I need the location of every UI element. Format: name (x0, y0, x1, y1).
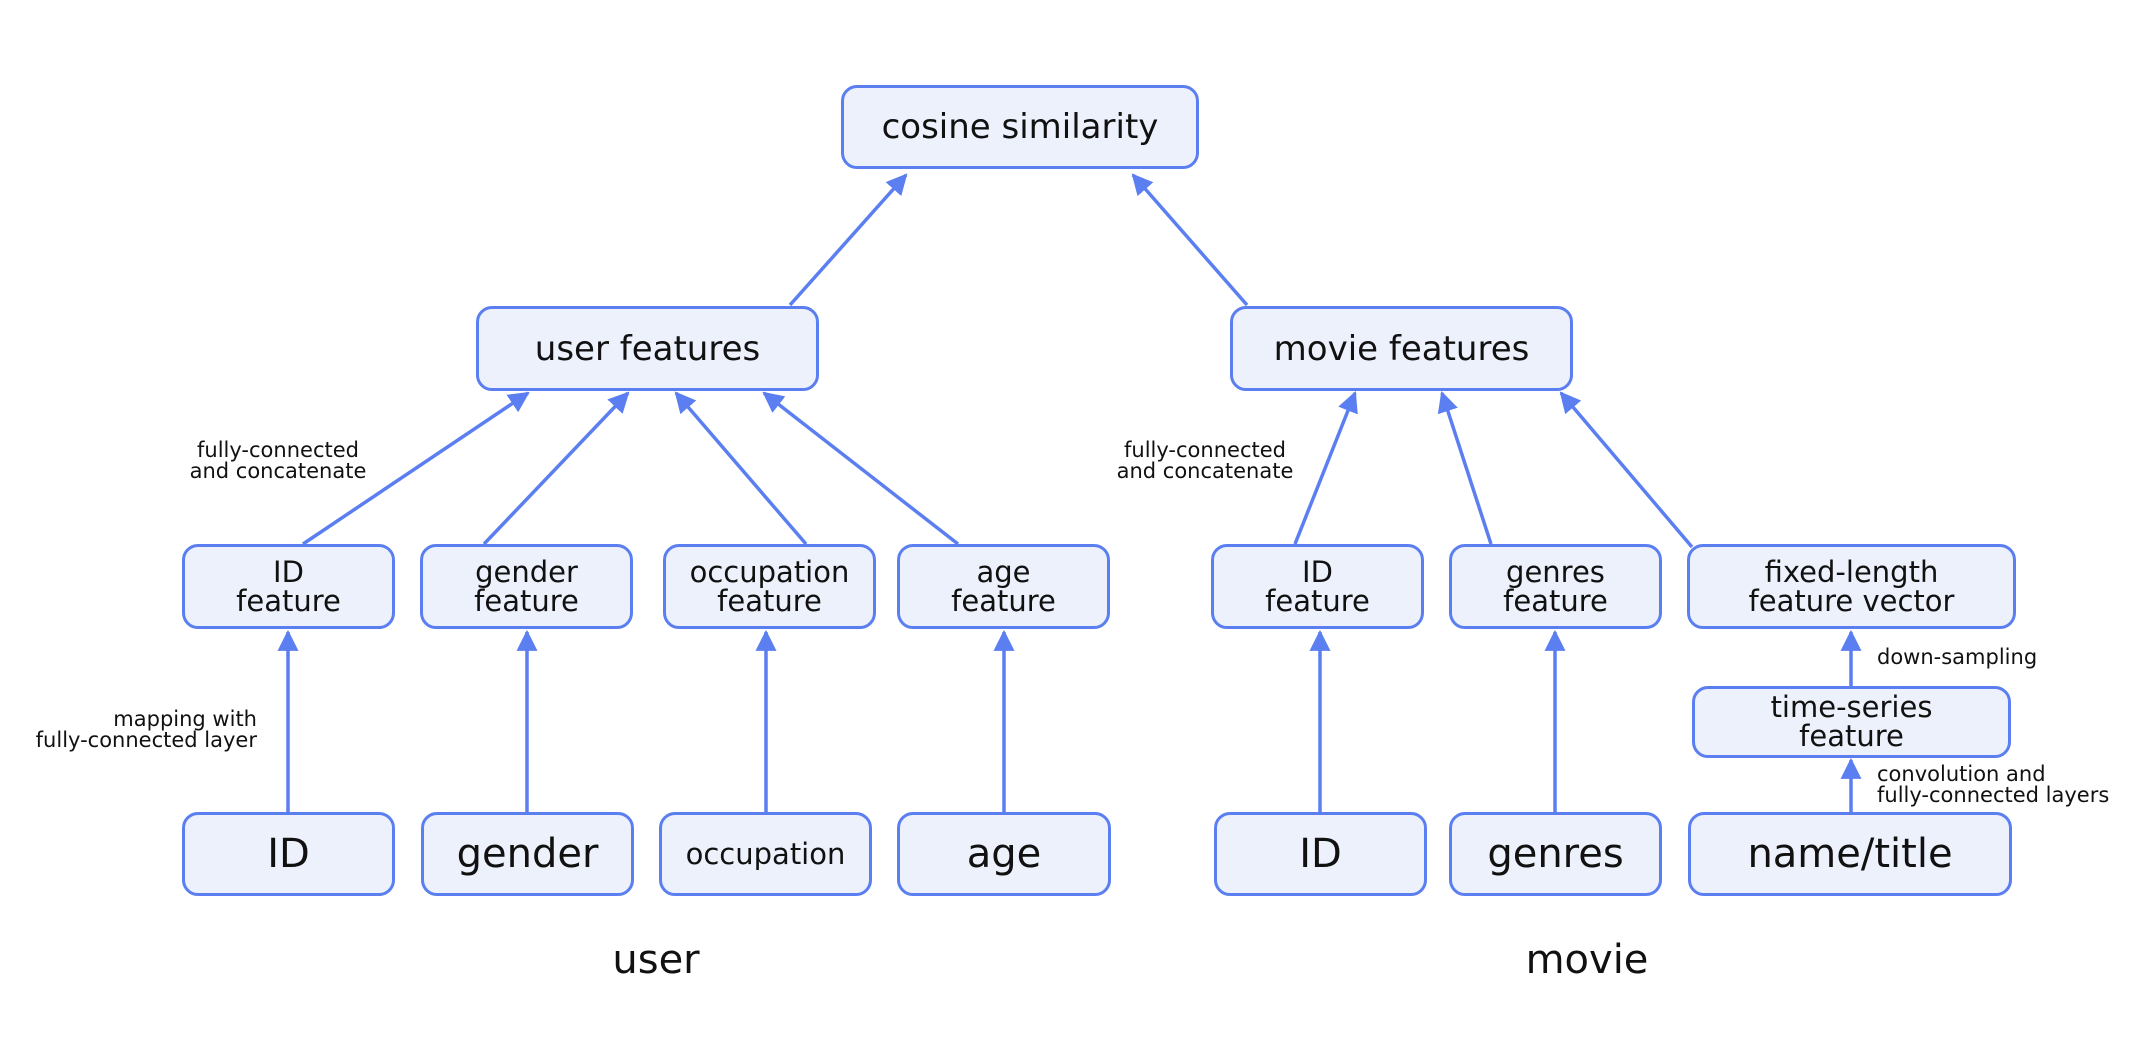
edge-movie-features-to-cosine (1131, 173, 1249, 307)
fixed-length-feature-vector-node: fixed-length feature vector (1687, 544, 2016, 629)
user-id-feature-node: ID feature (182, 544, 395, 629)
user-concat-annotation: fully-connected and concatenate (189, 438, 367, 483)
edge-age-feature-to-user-features (762, 391, 960, 546)
convolution-annotation: convolution and fully-connected layers (1877, 762, 2110, 807)
gender-input-node: gender (421, 812, 634, 896)
time-series-feature-node: time-series feature (1692, 686, 2011, 758)
down-sampling-annotation: down-sampling (1877, 645, 2038, 669)
edge-genres-feature-to-movie-features (1437, 391, 1493, 545)
movie-id-input-node: ID (1214, 812, 1427, 896)
edge-gender-feature-to-user-features (482, 391, 630, 546)
genres-input-node: genres (1449, 812, 1662, 896)
edge-movie-id-feature-to-movie-features (1293, 391, 1358, 545)
edge-user-features-to-cosine (788, 173, 908, 307)
edge-fixed-length-to-movie-features (1559, 391, 1694, 549)
movie-concat-annotation: fully-connected and concatenate (1116, 438, 1294, 483)
movie-features-node: movie features (1230, 306, 1573, 391)
occupation-input-node: occupation (659, 812, 872, 896)
edge-occupation-feature-to-user-features (674, 391, 808, 546)
occupation-feature-node: occupation feature (663, 544, 876, 629)
user-features-node: user features (476, 306, 819, 391)
cosine-similarity-node: cosine similarity (841, 85, 1199, 169)
movie-group-label: movie (1525, 937, 1649, 983)
age-feature-node: age feature (897, 544, 1110, 629)
age-input-node: age (897, 812, 1111, 896)
genres-feature-node: genres feature (1449, 544, 1662, 629)
gender-feature-node: gender feature (420, 544, 633, 629)
name-title-input-node: name/title (1688, 812, 2012, 896)
mapping-annotation: mapping with fully-connected layer (35, 707, 257, 752)
movie-id-feature-node: ID feature (1211, 544, 1424, 629)
user-id-input-node: ID (182, 812, 395, 896)
user-group-label: user (612, 937, 700, 983)
